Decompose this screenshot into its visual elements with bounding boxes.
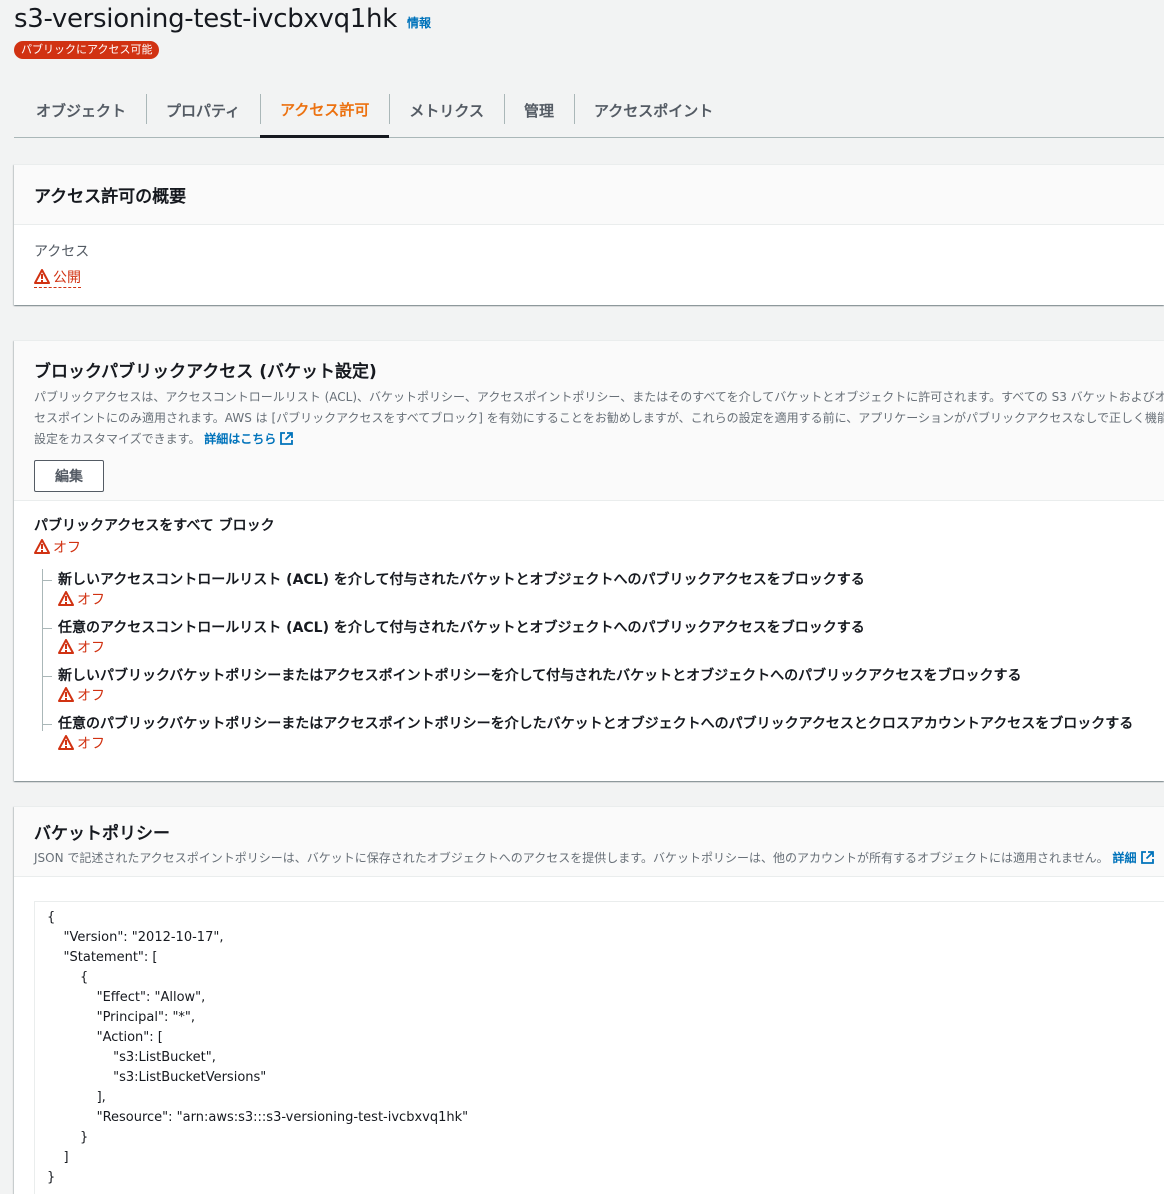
policy-line: "s3:ListBucketVersions"	[47, 1070, 267, 1085]
setting-status: オフ	[77, 640, 105, 656]
tab-properties[interactable]: プロパティ	[146, 84, 260, 137]
panel-description: JSON で記述されたアクセスポイントポリシーは、バケットに保存されたオブジェク…	[34, 848, 1154, 869]
external-link-icon	[1140, 851, 1154, 864]
panel-title: ブロックパブリックアクセス (バケット設定)	[34, 362, 377, 382]
policy-line: {	[47, 970, 89, 985]
warning-triangle-icon	[34, 539, 50, 554]
policy-line: "Resource": "arn:aws:s3:::s3-versioning-…	[47, 1110, 469, 1125]
block-setting-item: 新しいアクセスコントロールリスト (ACL) を介して付与されたバケットとオブジ…	[42, 569, 1144, 609]
warning-triangle-icon	[34, 269, 50, 284]
panel-title: アクセス許可の概要	[34, 187, 187, 207]
page-title: s3-versioning-test-ivcbxvq1hk	[14, 4, 397, 34]
panel-title: バケットポリシー	[34, 824, 170, 844]
access-status-text: 公開	[53, 270, 81, 286]
access-status[interactable]: 公開	[34, 269, 81, 288]
access-label: アクセス	[34, 244, 90, 260]
policy-line: "Principal": "*",	[47, 1010, 196, 1025]
tab-bar: オブジェクト プロパティ アクセス許可 メトリクス 管理 アクセスポイント	[14, 84, 1164, 138]
policy-line: "Action": [	[47, 1030, 163, 1045]
setting-label: 新しいアクセスコントロールリスト (ACL) を介して付与されたバケットとオブジ…	[58, 572, 865, 588]
warning-triangle-icon	[58, 735, 74, 750]
setting-label: 任意のパブリックバケットポリシーまたはアクセスポイントポリシーを介したバケットと…	[58, 716, 1134, 732]
block-all-label: パブリックアクセスをすべて ブロック	[34, 518, 275, 534]
bucket-policy-panel: バケットポリシー JSON で記述されたアクセスポイントポリシーは、バケットに保…	[14, 806, 1164, 1194]
external-link-icon	[280, 432, 294, 445]
block-setting-item: 新しいパブリックバケットポリシーまたはアクセスポイントポリシーを介して付与された…	[42, 665, 1144, 705]
block-settings-list: 新しいアクセスコントロールリスト (ACL) を介して付与されたバケットとオブジ…	[42, 569, 1144, 753]
policy-line: ]	[47, 1150, 69, 1165]
policy-line: ],	[47, 1090, 106, 1105]
setting-label: 任意のアクセスコントロールリスト (ACL) を介して付与されたバケットとオブジ…	[58, 620, 865, 636]
page-header: s3-versioning-test-ivcbxvq1hk 情報 パブリックにア…	[14, 4, 431, 59]
permissions-overview-panel: アクセス許可の概要 アクセス 公開	[14, 164, 1164, 305]
learn-more-link[interactable]: 詳細はこちら	[204, 432, 294, 446]
block-setting-item: 任意のアクセスコントロールリスト (ACL) を介して付与されたバケットとオブジ…	[42, 617, 1144, 657]
policy-line: "Version": "2012-10-17",	[47, 930, 224, 945]
policy-line: "Effect": "Allow",	[47, 990, 206, 1005]
setting-status: オフ	[77, 736, 105, 752]
info-link[interactable]: 情報	[407, 14, 431, 31]
tab-access-points[interactable]: アクセスポイント	[573, 84, 733, 137]
policy-line: }	[47, 1130, 89, 1145]
policy-json-viewer[interactable]: { "Version": "2012-10-17", "Statement": …	[34, 901, 1164, 1194]
tab-permissions[interactable]: アクセス許可	[260, 84, 390, 138]
public-access-badge: パブリックにアクセス可能	[14, 41, 160, 59]
block-public-access-panel: ブロックパブリックアクセス (バケット設定) パブリックアクセスは、アクセスコン…	[14, 340, 1164, 781]
policy-line: "Statement": [	[47, 950, 158, 965]
setting-label: 新しいパブリックバケットポリシーまたはアクセスポイントポリシーを介して付与された…	[58, 668, 1022, 684]
panel-description-line: セスポイントにのみ適用されます。AWS は [パブリックアクセスをすべてブロック…	[34, 411, 1164, 425]
warning-triangle-icon	[58, 591, 74, 606]
setting-status: オフ	[77, 688, 105, 704]
panel-description-line: パブリックアクセスは、アクセスコントロールリスト (ACL)、バケットポリシー、…	[34, 390, 1164, 404]
block-all-status: オフ	[34, 537, 1144, 557]
tree-line	[42, 569, 43, 731]
tab-objects[interactable]: オブジェクト	[14, 84, 146, 137]
policy-line: {	[47, 910, 56, 925]
learn-more-link[interactable]: 詳細	[1112, 851, 1154, 865]
tab-metrics[interactable]: メトリクス	[389, 84, 504, 137]
block-setting-item: 任意のパブリックバケットポリシーまたはアクセスポイントポリシーを介したバケットと…	[42, 713, 1144, 753]
warning-triangle-icon	[58, 687, 74, 702]
tab-management[interactable]: 管理	[503, 84, 574, 137]
warning-triangle-icon	[58, 639, 74, 654]
panel-description-line: 設定をカスタマイズできます。 詳細はこちら	[34, 429, 1164, 450]
policy-line: }	[47, 1170, 56, 1185]
edit-button[interactable]: 編集	[34, 460, 104, 492]
setting-status: オフ	[77, 592, 105, 608]
policy-line: "s3:ListBucket",	[47, 1050, 216, 1065]
